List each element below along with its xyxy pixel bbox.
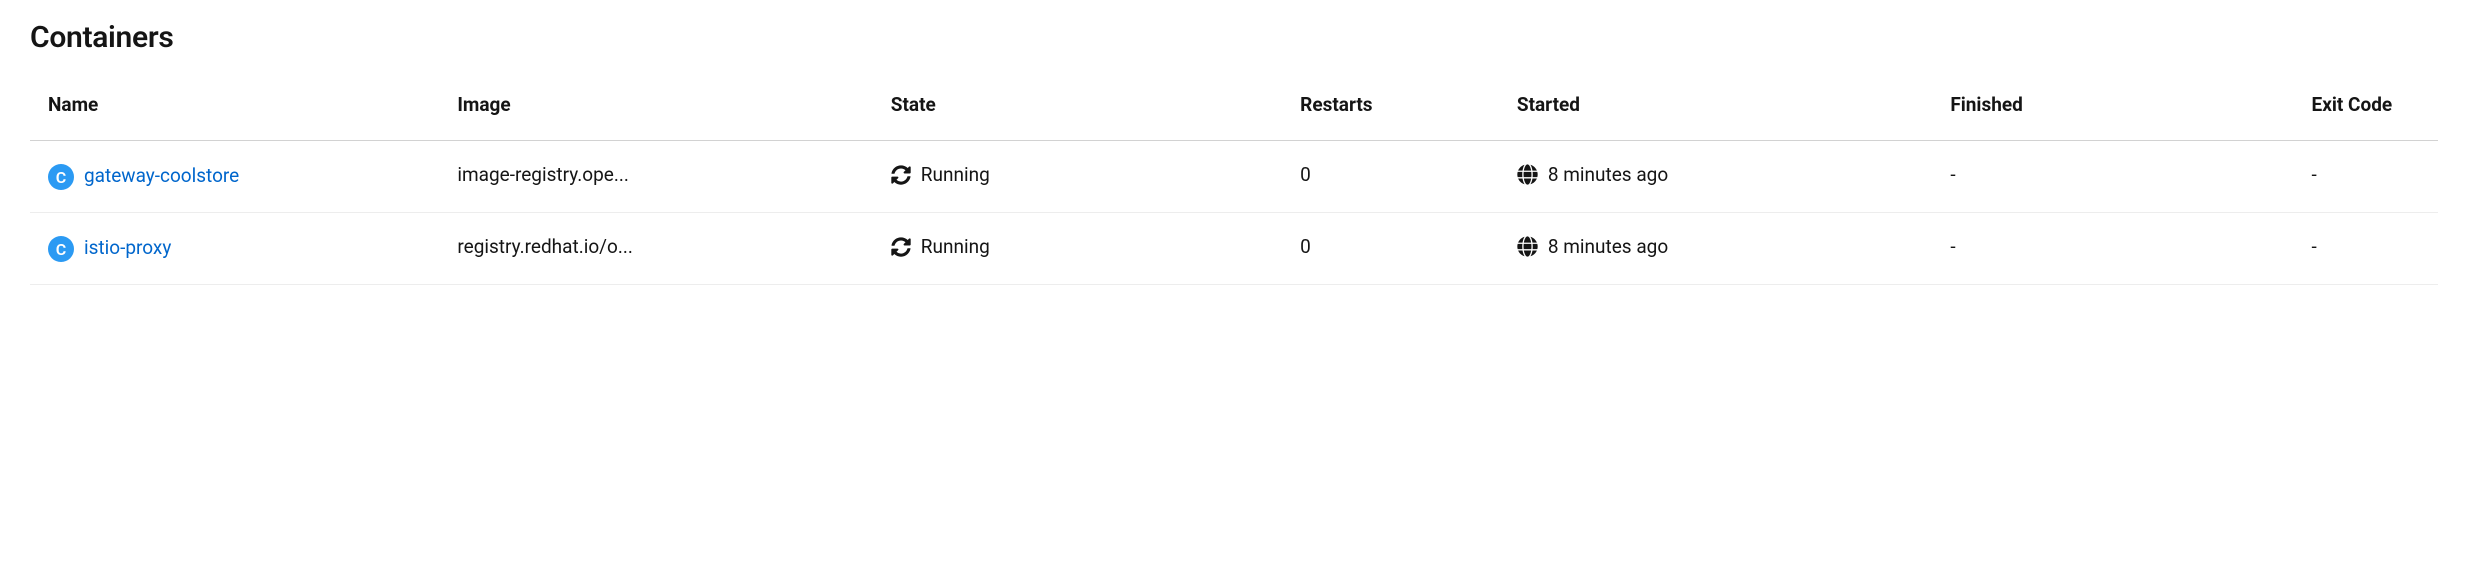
cell-image: image-registry.ope... xyxy=(439,141,872,213)
header-exit-code[interactable]: Exit Code xyxy=(2294,83,2439,141)
cell-finished: - xyxy=(1932,213,2293,285)
container-name-link[interactable]: istio-proxy xyxy=(84,235,171,261)
header-name[interactable]: Name xyxy=(30,83,439,141)
header-restarts[interactable]: Restarts xyxy=(1282,83,1499,141)
header-started[interactable]: Started xyxy=(1499,83,1932,141)
cell-state: Running xyxy=(873,141,1282,213)
cell-started: 8 minutes ago xyxy=(1499,141,1932,213)
sync-icon xyxy=(891,237,911,257)
cell-state: Running xyxy=(873,213,1282,285)
section-title: Containers xyxy=(30,20,2438,55)
container-badge-icon: C xyxy=(48,236,74,262)
cell-image: registry.redhat.io/o... xyxy=(439,213,872,285)
cell-name: C istio-proxy xyxy=(30,213,439,285)
cell-exit-code: - xyxy=(2294,213,2439,285)
table-row: C gateway-coolstore image-registry.ope..… xyxy=(30,141,2438,213)
header-finished[interactable]: Finished xyxy=(1932,83,2293,141)
cell-finished: - xyxy=(1932,141,2293,213)
started-text: 8 minutes ago xyxy=(1548,235,1668,258)
container-badge-icon: C xyxy=(48,164,74,190)
cell-started: 8 minutes ago xyxy=(1499,213,1932,285)
cell-restarts: 0 xyxy=(1282,141,1499,213)
sync-icon xyxy=(891,165,911,185)
started-text: 8 minutes ago xyxy=(1548,163,1668,186)
header-state[interactable]: State xyxy=(873,83,1282,141)
cell-exit-code: - xyxy=(2294,141,2439,213)
table-header-row: Name Image State Restarts Started Finish… xyxy=(30,83,2438,141)
cell-restarts: 0 xyxy=(1282,213,1499,285)
cell-name: C gateway-coolstore xyxy=(30,141,439,213)
globe-icon xyxy=(1517,236,1538,257)
container-name-link[interactable]: gateway-coolstore xyxy=(84,163,239,189)
state-text: Running xyxy=(921,163,990,186)
globe-icon xyxy=(1517,164,1538,185)
containers-table: Name Image State Restarts Started Finish… xyxy=(30,83,2438,285)
header-image[interactable]: Image xyxy=(439,83,872,141)
state-text: Running xyxy=(921,235,990,258)
table-row: C istio-proxy registry.redhat.io/o... Ru… xyxy=(30,213,2438,285)
